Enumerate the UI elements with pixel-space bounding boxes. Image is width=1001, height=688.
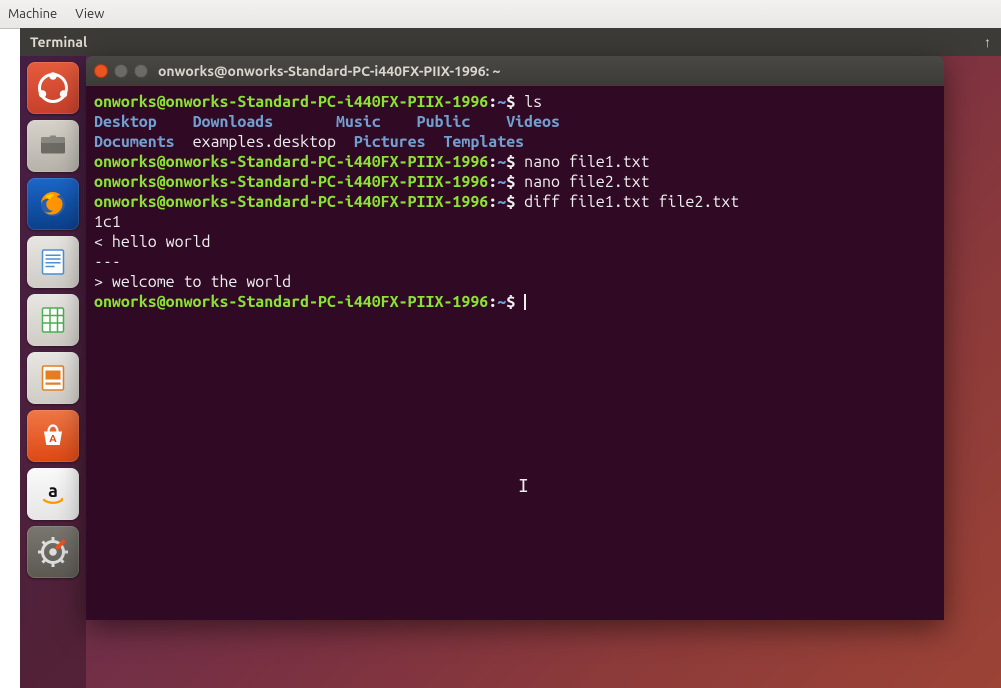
minimize-icon[interactable]: [114, 64, 128, 78]
ls-dir: Pictures: [354, 133, 426, 151]
ls-file: examples.desktop: [193, 133, 336, 151]
settings-icon[interactable]: [27, 526, 79, 578]
ls-dir: Templates: [443, 133, 524, 151]
diff-output-line: > welcome to the world: [94, 273, 291, 291]
maximize-icon[interactable]: [134, 64, 148, 78]
close-icon[interactable]: [94, 64, 108, 78]
terminal-window[interactable]: onworks@onworks-Standard-PC-i440FX-PIIX-…: [86, 56, 944, 620]
vm-menu-machine[interactable]: Machine: [8, 7, 57, 21]
ls-dir: Documents: [94, 133, 175, 151]
command-text: nano file2.txt: [524, 173, 649, 191]
vm-menu-view[interactable]: View: [75, 7, 104, 21]
amazon-icon[interactable]: a: [27, 468, 79, 520]
writer-icon[interactable]: [27, 236, 79, 288]
diff-output-line: ---: [94, 253, 121, 271]
ubuntu-desktop: Terminal ↑ A a: [20, 28, 1001, 688]
command-text: ls: [524, 93, 542, 111]
prompt-path: ~: [497, 93, 506, 111]
svg-text:A: A: [49, 432, 57, 444]
terminal-output[interactable]: onworks@onworks-Standard-PC-i440FX-PIIX-…: [86, 86, 944, 620]
command-text: nano file1.txt: [524, 153, 649, 171]
panel-indicator-icon[interactable]: ↑: [984, 34, 991, 50]
window-controls: [94, 64, 148, 78]
files-icon[interactable]: [27, 120, 79, 172]
active-window-title: Terminal: [30, 34, 87, 50]
unity-launcher[interactable]: A a: [20, 56, 86, 688]
vm-host-menubar[interactable]: Machine View: [0, 0, 1001, 29]
ls-dir: Desktop: [94, 113, 157, 131]
ls-dir: Downloads: [193, 113, 274, 131]
svg-text:a: a: [48, 481, 58, 501]
diff-output-line: 1c1: [94, 213, 121, 231]
mouse-text-cursor-icon: I: [518, 476, 529, 497]
firefox-icon[interactable]: [27, 178, 79, 230]
terminal-titlebar[interactable]: onworks@onworks-Standard-PC-i440FX-PIIX-…: [86, 56, 944, 86]
software-center-icon[interactable]: A: [27, 410, 79, 462]
diff-output-line: < hello world: [94, 233, 210, 251]
ls-dir: Music: [336, 113, 381, 131]
ubuntu-dash-icon[interactable]: [27, 62, 79, 114]
ls-dir: Public: [417, 113, 471, 131]
prompt-user: onworks@onworks-Standard-PC-i440FX-PIIX-…: [94, 93, 488, 111]
calc-icon[interactable]: [27, 294, 79, 346]
text-cursor-icon: [524, 294, 526, 310]
command-text: diff file1.txt file2.txt: [524, 193, 739, 211]
ls-dir: Videos: [506, 113, 560, 131]
impress-icon[interactable]: [27, 352, 79, 404]
unity-top-panel[interactable]: Terminal ↑: [20, 28, 1001, 56]
terminal-title-text: onworks@onworks-Standard-PC-i440FX-PIIX-…: [158, 63, 500, 79]
